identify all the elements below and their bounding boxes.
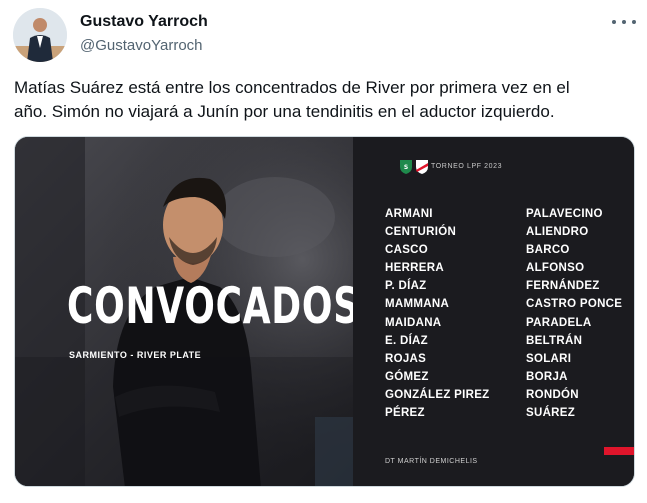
tweet-text: Matías Suárez está entre los concentrado…: [14, 78, 570, 121]
more-options-icon[interactable]: [612, 12, 636, 32]
tweet-media-image[interactable]: CONVOCADOS SARMIENTO - RIVER PLATE S TOR…: [14, 136, 635, 487]
svg-text:S: S: [404, 164, 408, 171]
headline: CONVOCADOS: [67, 277, 360, 335]
list-item: GONZÁLEZ PIREZ: [385, 388, 490, 401]
list-item: E. DÍAZ: [385, 334, 428, 347]
list-item: BARCO: [526, 244, 570, 257]
tournament-label: TORNEO LPF 2023: [431, 163, 503, 170]
list-item: ALIENDRO: [526, 226, 589, 239]
list-item: MAIDANA: [385, 316, 442, 329]
tweet-card: Gustavo Yarroch @GustavoYarroch Matías S…: [0, 0, 647, 503]
sarmiento-crest-icon: S: [400, 160, 412, 174]
river-plate-crest-icon: [416, 160, 428, 174]
accent-bar: [604, 447, 634, 455]
list-item: FERNÁNDEZ: [526, 280, 600, 293]
list-item: CASTRO PONCE: [526, 298, 623, 311]
list-item: ROJAS: [385, 352, 427, 365]
list-item: PALAVECINO: [526, 208, 603, 220]
list-item: RONDÓN: [526, 388, 579, 401]
list-item: HERRERA: [385, 262, 444, 275]
list-item: CASCO: [385, 244, 429, 257]
avatar[interactable]: [13, 8, 67, 62]
list-item: CENTURIÓN: [385, 226, 457, 239]
author-name[interactable]: Gustavo Yarroch: [80, 13, 208, 31]
players-column-left: ARMANI CENTURIÓN CASCO HERRERA P. DÍAZ M…: [385, 205, 490, 422]
author-handle[interactable]: @GustavoYarroch: [80, 37, 203, 54]
coach-label: DT MARTÍN DEMICHELIS: [385, 458, 478, 465]
list-item: BELTRÁN: [526, 334, 583, 347]
match-label: SARMIENTO - RIVER PLATE: [69, 350, 202, 360]
list-item: SOLARI: [526, 352, 572, 365]
list-item: PÉREZ: [385, 407, 425, 420]
list-item: MAMMANA: [385, 298, 450, 311]
squad-list-panel: S TORNEO LPF 2023 ARMANI CENTURIÓN CASCO…: [353, 137, 634, 486]
list-item: PARADELA: [526, 316, 592, 329]
list-item: ALFONSO: [526, 262, 585, 275]
list-item: ARMANI: [385, 208, 433, 220]
list-item: GÓMEZ: [385, 370, 429, 383]
list-item: SUÁREZ: [526, 407, 576, 420]
list-item: P. DÍAZ: [385, 280, 427, 293]
players-column-right: PALAVECINO ALIENDRO BARCO ALFONSO FERNÁN…: [526, 205, 622, 422]
list-item: BORJA: [526, 370, 568, 383]
